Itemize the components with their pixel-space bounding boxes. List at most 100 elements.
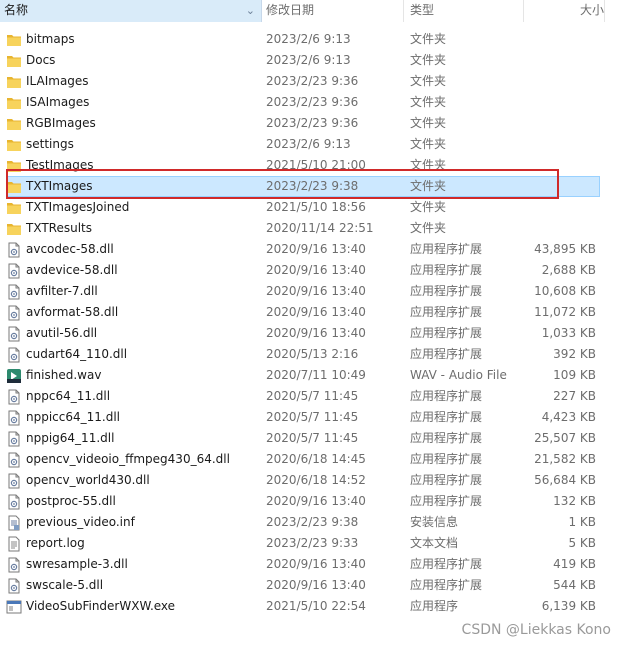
file-row[interactable]: cudart64_110.dll 2020/5/13 2:16 应用程序扩展 392 … — [0, 344, 605, 365]
file-type: 文件夹 — [410, 200, 447, 214]
dll-icon — [6, 452, 22, 468]
folder-icon — [6, 116, 22, 132]
file-date: 2020/9/16 13:40 — [266, 557, 366, 571]
dll-icon — [6, 431, 22, 447]
file-name: avcodec-58.dll — [26, 242, 114, 256]
file-row[interactable]: avdevice-58.dll 2020/9/16 13:40 应用程序扩展 2,68… — [0, 260, 605, 281]
file-row-selected[interactable]: TXTImages 2023/2/23 9:38 文件夹 — [0, 176, 605, 197]
file-row[interactable]: TXTImagesJoined 2021/5/10 18:56 文件夹 — [0, 197, 605, 218]
dll-icon — [6, 347, 22, 363]
file-date: 2020/5/7 11:45 — [266, 431, 359, 445]
folder-icon — [6, 158, 22, 174]
sort-chevron-icon[interactable]: ⌄ — [246, 0, 255, 21]
file-size: 392 KB — [553, 347, 596, 361]
file-type: 应用程序扩展 — [410, 326, 483, 340]
file-row[interactable]: nppicc64_11.dll 2020/5/7 11:45 应用程序扩展 4,423… — [0, 407, 605, 428]
file-row[interactable]: TestImages 2021/5/10 21:00 文件夹 — [0, 155, 605, 176]
file-name: nppicc64_11.dll — [26, 410, 121, 424]
file-date: 2020/5/7 11:45 — [266, 410, 359, 424]
file-row[interactable]: ISAImages 2023/2/23 9:36 文件夹 — [0, 92, 605, 113]
file-size: 6,139 KB — [541, 599, 596, 613]
file-name: swscale-5.dll — [26, 578, 104, 592]
file-type: 应用程序扩展 — [410, 578, 483, 592]
file-row[interactable]: opencv_videoio_ffmpeg430_64.dll 2020/6/18… — [0, 449, 605, 470]
file-row[interactable]: TXTResults 2020/11/14 22:51 文件夹 — [0, 218, 605, 239]
file-row[interactable]: swresample-3.dll 2020/9/16 13:40 应用程序扩展 419… — [0, 554, 605, 575]
file-type: 文件夹 — [410, 179, 447, 193]
file-date: 2023/2/23 9:36 — [266, 74, 359, 88]
watermark: CSDN @Liekkas Kono — [461, 622, 611, 638]
file-name: previous_video.inf — [26, 515, 135, 529]
file-name: TXTImagesJoined — [26, 200, 130, 214]
file-name: avformat-58.dll — [26, 305, 119, 319]
file-row[interactable]: Docs 2023/2/6 9:13 文件夹 — [0, 50, 605, 71]
file-name: ILAImages — [26, 74, 89, 88]
file-row[interactable]: report.log 2023/2/23 9:33 文本文档 5 KB — [0, 533, 605, 554]
file-name: TXTResults — [26, 221, 92, 235]
file-row[interactable]: RGBImages 2023/2/23 9:36 文件夹 — [0, 113, 605, 134]
folder-icon — [6, 179, 22, 195]
column-name[interactable]: 名称 ⌄ — [0, 0, 262, 22]
file-date: 2021/5/10 18:56 — [266, 200, 366, 214]
file-type: 文件夹 — [410, 95, 447, 109]
file-name: finished.wav — [26, 368, 102, 382]
file-date: 2023/2/23 9:36 — [266, 116, 359, 130]
file-type: 文件夹 — [410, 158, 447, 172]
dll-icon — [6, 305, 22, 321]
folder-icon — [6, 200, 22, 216]
file-row[interactable]: opencv_world430.dll 2020/6/18 14:52 应用程序扩展… — [0, 470, 605, 491]
file-size: 544 KB — [553, 578, 596, 592]
column-header: 名称 ⌄ 修改日期 类型 大小 — [0, 0, 605, 22]
folder-icon — [6, 74, 22, 90]
dll-icon — [6, 326, 22, 342]
dll-icon — [6, 494, 22, 510]
folder-icon — [6, 32, 22, 48]
file-row[interactable]: avfilter-7.dll 2020/9/16 13:40 应用程序扩展 10,60… — [0, 281, 605, 302]
file-row[interactable]: nppig64_11.dll 2020/5/7 11:45 应用程序扩展 25,507… — [0, 428, 605, 449]
file-type: 应用程序扩展 — [410, 473, 483, 487]
file-name: cudart64_110.dll — [26, 347, 128, 361]
exe-icon — [6, 599, 22, 615]
file-size: 109 KB — [553, 368, 596, 382]
file-size: 25,507 KB — [534, 431, 596, 445]
file-type: 文件夹 — [410, 53, 447, 67]
column-date[interactable]: 修改日期 — [262, 0, 404, 22]
wav-icon — [6, 368, 22, 384]
file-row[interactable]: settings 2023/2/6 9:13 文件夹 — [0, 134, 605, 155]
file-date: 2020/5/7 11:45 — [266, 389, 359, 403]
dll-icon — [6, 578, 22, 594]
file-date: 2020/5/13 2:16 — [266, 347, 359, 361]
file-row[interactable]: swscale-5.dll 2020/9/16 13:40 应用程序扩展 544 KB — [0, 575, 605, 596]
file-size: 1 KB — [568, 515, 596, 529]
file-row[interactable]: avutil-56.dll 2020/9/16 13:40 应用程序扩展 1,033 … — [0, 323, 605, 344]
file-row[interactable]: ILAImages 2023/2/23 9:36 文件夹 — [0, 71, 605, 92]
file-name: nppig64_11.dll — [26, 431, 115, 445]
column-date-label: 修改日期 — [266, 3, 315, 17]
file-row[interactable]: postproc-55.dll 2020/9/16 13:40 应用程序扩展 132 … — [0, 491, 605, 512]
file-row[interactable]: avcodec-58.dll 2020/9/16 13:40 应用程序扩展 43,89… — [0, 239, 605, 260]
text-file-icon — [6, 536, 22, 552]
file-type: 应用程序 — [410, 599, 459, 613]
column-size[interactable]: 大小 — [524, 0, 605, 22]
file-name: report.log — [26, 536, 85, 550]
file-type: 应用程序扩展 — [410, 347, 483, 361]
file-row[interactable]: bitmaps 2023/2/6 9:13 文件夹 — [0, 29, 605, 50]
file-name: VideoSubFinderWXW.exe — [26, 599, 176, 613]
file-date: 2020/7/11 10:49 — [266, 368, 366, 382]
file-date: 2021/5/10 21:00 — [266, 158, 366, 172]
file-date: 2020/9/16 13:40 — [266, 305, 366, 319]
file-date: 2023/2/6 9:13 — [266, 32, 351, 46]
file-name: nppc64_11.dll — [26, 389, 111, 403]
file-name: avdevice-58.dll — [26, 263, 118, 277]
file-size: 1,033 KB — [541, 326, 596, 340]
file-type: WAV - Audio File — [410, 368, 507, 382]
file-size: 56,684 KB — [534, 473, 596, 487]
file-row[interactable]: finished.wav 2020/7/11 10:49 WAV - Audio F… — [0, 365, 605, 386]
file-row[interactable]: avformat-58.dll 2020/9/16 13:40 应用程序扩展 11,0… — [0, 302, 605, 323]
file-date: 2020/11/14 22:51 — [266, 221, 374, 235]
file-row[interactable]: VideoSubFinderWXW.exe 2021/5/10 22:54 应用程序… — [0, 596, 605, 617]
file-row[interactable]: previous_video.inf 2023/2/23 9:38 安装信息 1 KB — [0, 512, 605, 533]
file-row[interactable]: nppc64_11.dll 2020/5/7 11:45 应用程序扩展 227 KB — [0, 386, 605, 407]
folder-icon — [6, 95, 22, 111]
column-type[interactable]: 类型 — [404, 0, 524, 22]
